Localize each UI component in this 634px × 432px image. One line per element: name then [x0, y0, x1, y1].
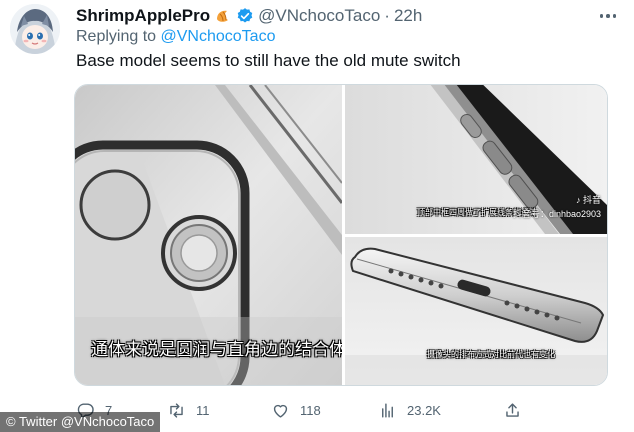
views-count: 23.2K — [407, 402, 441, 418]
views-button[interactable]: 23.2K — [378, 398, 441, 422]
retweet-count: 11 — [196, 402, 210, 418]
bottom-right-subtitle: 摄像头的排布方式对比前代也有变化 — [427, 350, 555, 359]
replying-to-link[interactable]: @VNchocoTaco — [161, 28, 276, 45]
verified-badge-icon — [236, 7, 254, 25]
share-icon — [506, 402, 519, 417]
separator-dot: · — [384, 6, 390, 25]
left-subtitle: 通体来说是圆润与直角边的结合体 — [91, 340, 342, 360]
image-credit: © Twitter @VNchocoTaco — [0, 412, 161, 432]
replying-to-line: Replying to @VNchocoTaco — [76, 28, 275, 46]
author-name[interactable]: ShrimpApplePro — [76, 6, 210, 26]
media-image-camera-closeup[interactable]: 通体来说是圆润与直角边的结合体 — [75, 85, 342, 385]
media-image-bottom-port[interactable]: 摄像头的排布方式对比前代也有变化 — [345, 237, 607, 385]
share-button[interactable] — [503, 398, 522, 422]
tweet-text: Base model seems to still have the old m… — [76, 51, 461, 70]
avatar-image — [10, 4, 60, 54]
author-handle[interactable]: @VNchocoTaco — [258, 6, 380, 26]
more-options-icon[interactable] — [596, 8, 620, 24]
tweet-timestamp[interactable]: 22h — [394, 6, 422, 26]
avatar[interactable] — [10, 4, 60, 54]
views-chart-icon — [382, 402, 393, 418]
tiktok-watermark-logo: ♪ 抖音 — [575, 195, 601, 205]
retweet-button[interactable]: 11 — [167, 398, 210, 422]
retweet-icon — [170, 402, 183, 418]
tiktok-watermark-id: 抖音号：dinhbao2903 — [512, 209, 601, 219]
like-count: 118 — [300, 402, 321, 418]
media-image-side-buttons[interactable]: 顶部中框四周做了扩展线条的设计 ♪ 抖音 抖音号：dinhbao2903 — [345, 85, 607, 234]
media-grid[interactable]: 通体来说是圆润与直角边的结合体 顶部中框四周做了扩展线条的设计 ♪ 抖音 抖音号… — [74, 84, 608, 386]
tweet-header: ShrimpApplePro @VNchocoTaco · 22h — [76, 4, 594, 28]
heart-icon — [273, 404, 288, 418]
croissant-emoji-icon — [214, 7, 232, 25]
replying-to-label: Replying to — [76, 28, 161, 45]
like-button[interactable]: 118 — [271, 398, 321, 422]
